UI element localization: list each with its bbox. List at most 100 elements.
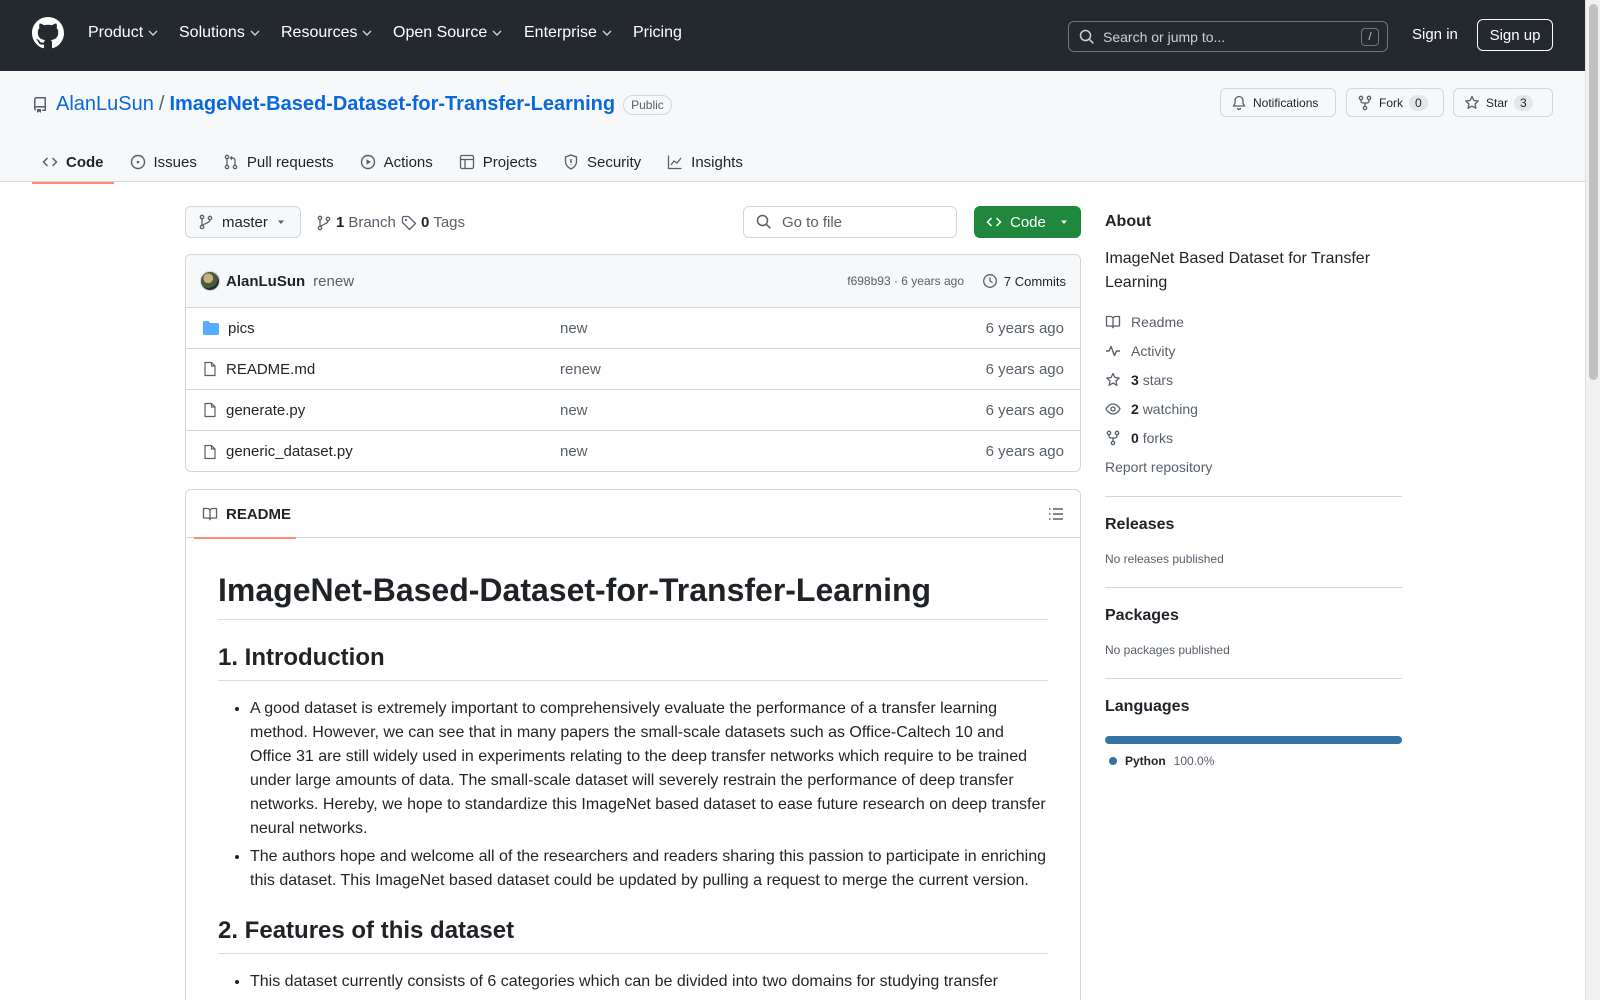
file-row[interactable]: generate.py new 6 years ago (186, 390, 1080, 431)
tab-label: Security (586, 153, 642, 171)
file-name-link[interactable]: pics (228, 320, 255, 337)
about-description: ImageNet Based Dataset for Transfer Lear… (1105, 250, 1371, 291)
avatar[interactable] (200, 271, 220, 291)
about-title: About (1105, 213, 1152, 230)
branch-icon (317, 215, 331, 230)
shield-icon (564, 154, 578, 170)
commit-message-link[interactable]: renew (313, 273, 354, 290)
nav-product[interactable]: Product (88, 24, 159, 42)
nav-label: Open Source (393, 24, 488, 41)
language-color-dot (1109, 757, 1117, 765)
latest-commit-row: AlanLuSun renew f698b93 · 6 years ago 7 … (186, 255, 1080, 308)
file-icon (204, 402, 216, 418)
eye-icon (1105, 402, 1121, 415)
nav-open-source[interactable]: Open Source (393, 24, 503, 42)
file-row[interactable]: README.md renew 6 years ago (186, 349, 1080, 390)
star-button[interactable]: Star 3 (1453, 88, 1553, 117)
branch-name: master (222, 213, 268, 231)
tab-actions[interactable]: Actions (350, 142, 443, 182)
tab-security[interactable]: Security (553, 142, 651, 182)
sidebar-divider (1105, 496, 1402, 497)
commits-link[interactable]: 7 Commits (982, 273, 1066, 289)
fork-label: Fork (1379, 95, 1403, 110)
repo-name-link[interactable]: ImageNet-Based-Dataset-for-Transfer-Lear… (169, 93, 615, 116)
readme-tab-label: README (226, 505, 292, 523)
sign-up-button[interactable]: Sign up (1477, 19, 1553, 51)
file-name-link[interactable]: generic_dataset.py (226, 443, 353, 460)
releases-title[interactable]: Releases (1105, 516, 1402, 534)
play-icon (360, 154, 375, 170)
go-to-file-input[interactable]: Go to file (743, 206, 957, 238)
file-name-link[interactable]: README.md (226, 361, 315, 378)
file-commit-message[interactable]: renew (560, 361, 601, 378)
tab-insights[interactable]: Insights (657, 142, 753, 182)
languages-title: Languages (1105, 698, 1190, 715)
activity-link[interactable]: Activity (1105, 336, 1402, 365)
language-percent: 100.0% (1173, 754, 1215, 768)
visibility-badge: Public (623, 94, 672, 115)
caret-down-icon (1061, 220, 1067, 224)
commit-count-label: 7 Commits (1003, 273, 1066, 289)
nav-pricing[interactable]: Pricing (633, 24, 682, 42)
file-commit-message[interactable]: new (560, 320, 588, 337)
nav-enterprise[interactable]: Enterprise (524, 24, 613, 42)
file-row[interactable]: generic_dataset.py new 6 years ago (186, 431, 1080, 471)
sidebar-divider (1105, 678, 1402, 679)
search-icon (1079, 29, 1094, 44)
branches-link[interactable]: 1 Branch (316, 214, 396, 231)
packages-title[interactable]: Packages (1105, 607, 1402, 625)
watchers-link[interactable]: 2 watching (1105, 394, 1402, 423)
tag-label: Tags (433, 214, 466, 231)
commit-author-link[interactable]: AlanLuSun (226, 273, 305, 290)
tag-count: 0 (421, 214, 430, 231)
table-icon (459, 154, 474, 170)
fork-icon (1358, 95, 1372, 110)
report-repository-link[interactable]: Report repository (1105, 452, 1402, 481)
file-name-link[interactable]: generate.py (226, 402, 305, 419)
pull-request-icon (224, 154, 238, 170)
nav-resources[interactable]: Resources (281, 24, 373, 42)
outline-list-icon[interactable] (1048, 506, 1064, 522)
branch-select-button[interactable]: master (185, 206, 301, 238)
repo-title: AlanLuSun / ImageNet-Based-Dataset-for-T… (32, 93, 672, 116)
folder-icon (203, 321, 219, 335)
readme-tab[interactable]: README (194, 490, 296, 539)
language-item-python[interactable]: Python 100.0% (1109, 754, 1214, 768)
github-logo-icon[interactable] (32, 17, 64, 49)
branch-count: 1 (336, 214, 345, 231)
nav-solutions[interactable]: Solutions (179, 24, 261, 42)
stars-link[interactable]: 3 stars (1105, 365, 1402, 394)
sign-in-link[interactable]: Sign in (1412, 26, 1458, 43)
code-download-button[interactable]: Code (974, 206, 1081, 238)
commit-hash-time[interactable]: f698b93 · 6 years ago (847, 274, 964, 288)
tab-issues[interactable]: Issues (120, 142, 207, 182)
search-input[interactable]: Search or jump to... / (1068, 21, 1388, 52)
file-commit-message[interactable]: new (560, 443, 588, 460)
readme-link[interactable]: Readme (1105, 307, 1402, 336)
file-commit-date: 6 years ago (985, 319, 1064, 337)
nav-label: Enterprise (524, 24, 597, 41)
notifications-button[interactable]: Notifications (1220, 88, 1336, 117)
repo-icon (34, 96, 46, 113)
tab-code[interactable]: Code (32, 142, 114, 184)
readme-header: README (186, 490, 1080, 539)
fork-button[interactable]: Fork 0 (1346, 88, 1444, 117)
readme-heading-features: 2. Features of this dataset (218, 917, 1048, 954)
tab-projects[interactable]: Projects (449, 142, 547, 182)
nav-label: Product (88, 24, 144, 41)
forks-link[interactable]: 0 forks (1105, 423, 1402, 452)
file-row[interactable]: pics new 6 years ago (186, 308, 1080, 349)
watching-count: 2 (1131, 400, 1139, 417)
repo-owner-link[interactable]: AlanLuSun (56, 93, 154, 116)
tab-pull-requests[interactable]: Pull requests (213, 142, 344, 182)
watching-label: watching (1142, 400, 1198, 417)
tag-icon (401, 215, 417, 230)
code-icon (986, 217, 1002, 227)
forks-label: forks (1142, 429, 1174, 446)
releases-section: Releases No releases published (1105, 516, 1402, 566)
tags-link[interactable]: 0 Tags (401, 214, 465, 231)
file-commit-message[interactable]: new (560, 402, 588, 419)
page-scrollbar[interactable] (1585, 0, 1600, 1000)
star-icon (1465, 95, 1479, 109)
scrollbar-thumb[interactable] (1589, 4, 1598, 380)
